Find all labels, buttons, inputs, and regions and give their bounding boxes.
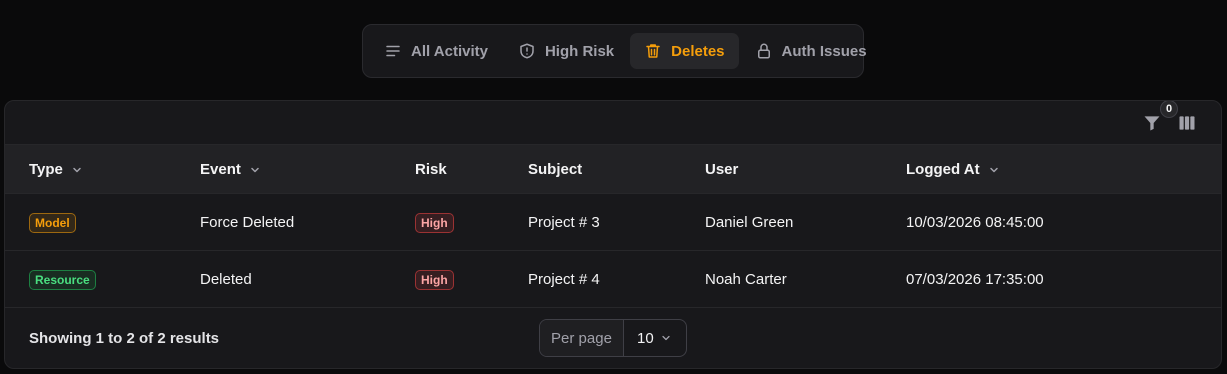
type-badge: Model (29, 212, 76, 233)
chevron-down-icon (73, 167, 81, 172)
subject-cell: Project # 3 (528, 214, 600, 231)
chevron-down-icon (989, 167, 998, 172)
column-header-type[interactable]: Type (29, 145, 83, 194)
filter-icon[interactable] (1142, 113, 1162, 133)
per-page-control: Per page 10 (539, 319, 687, 357)
lock-icon (757, 43, 770, 59)
user-cell: Daniel Green (705, 214, 794, 231)
type-badge: Resource (29, 269, 96, 290)
activity-table-card: 0 Type Event Risk Subject User Logged At… (4, 100, 1222, 369)
column-label: Event (200, 161, 241, 178)
column-header-logged-at[interactable]: Logged At (906, 145, 1000, 194)
column-header-subject: Subject (528, 145, 582, 194)
shield-icon (520, 43, 534, 59)
columns-icon[interactable] (1177, 113, 1197, 133)
tab-high-risk[interactable]: High Risk (504, 33, 628, 69)
tab-label: High Risk (544, 42, 615, 60)
chevron-down-icon (251, 167, 259, 172)
tab-all-activity[interactable]: All Activity (370, 33, 502, 69)
per-page-label: Per page (540, 320, 624, 356)
per-page-select[interactable]: 10 (624, 320, 686, 356)
chevron-down-icon (662, 335, 670, 341)
logged-at-cell: 10/03/2026 08:45:00 (906, 214, 1044, 231)
trash-icon (646, 44, 660, 58)
column-header-risk: Risk (415, 145, 447, 194)
table-header: Type Event Risk Subject User Logged At (5, 145, 1221, 194)
tab-deletes[interactable]: Deletes (630, 33, 739, 69)
tab-label: Deletes (671, 42, 725, 60)
per-page-value: 10 (637, 329, 654, 347)
risk-badge: High (415, 212, 454, 233)
pagination-summary: Showing 1 to 2 of 2 results (29, 329, 220, 347)
tab-auth-issues[interactable]: Auth Issues (741, 33, 881, 69)
lines-icon (386, 45, 400, 57)
tab-label: Auth Issues (781, 42, 867, 60)
column-header-event[interactable]: Event (200, 145, 261, 194)
tab-label: All Activity (411, 42, 488, 60)
column-label: Type (29, 161, 63, 178)
column-label: Logged At (906, 161, 980, 178)
column-label: Subject (528, 161, 583, 178)
activity-tabs: All Activity High Risk Deletes Auth Issu… (362, 24, 867, 78)
table-footer: Showing 1 to 2 of 2 results Per page 10 (5, 308, 1221, 368)
user-cell: Noah Carter (705, 271, 787, 288)
event-cell: Force Deleted (200, 214, 295, 231)
column-label: Risk (415, 161, 447, 178)
event-cell: Deleted (200, 271, 252, 288)
risk-badge: High (415, 269, 454, 290)
table-toolbar: 0 (5, 101, 1221, 145)
table-row[interactable]: Resource Deleted High Project # 4 Noah C… (5, 251, 1221, 308)
column-header-user: User (705, 145, 738, 194)
table-row[interactable]: Model Force Deleted High Project # 3 Dan… (5, 194, 1221, 251)
subject-cell: Project # 4 (528, 271, 600, 288)
filter-count-badge: 0 (1160, 101, 1178, 118)
logged-at-cell: 07/03/2026 17:35:00 (906, 271, 1044, 288)
column-label: User (705, 161, 739, 178)
